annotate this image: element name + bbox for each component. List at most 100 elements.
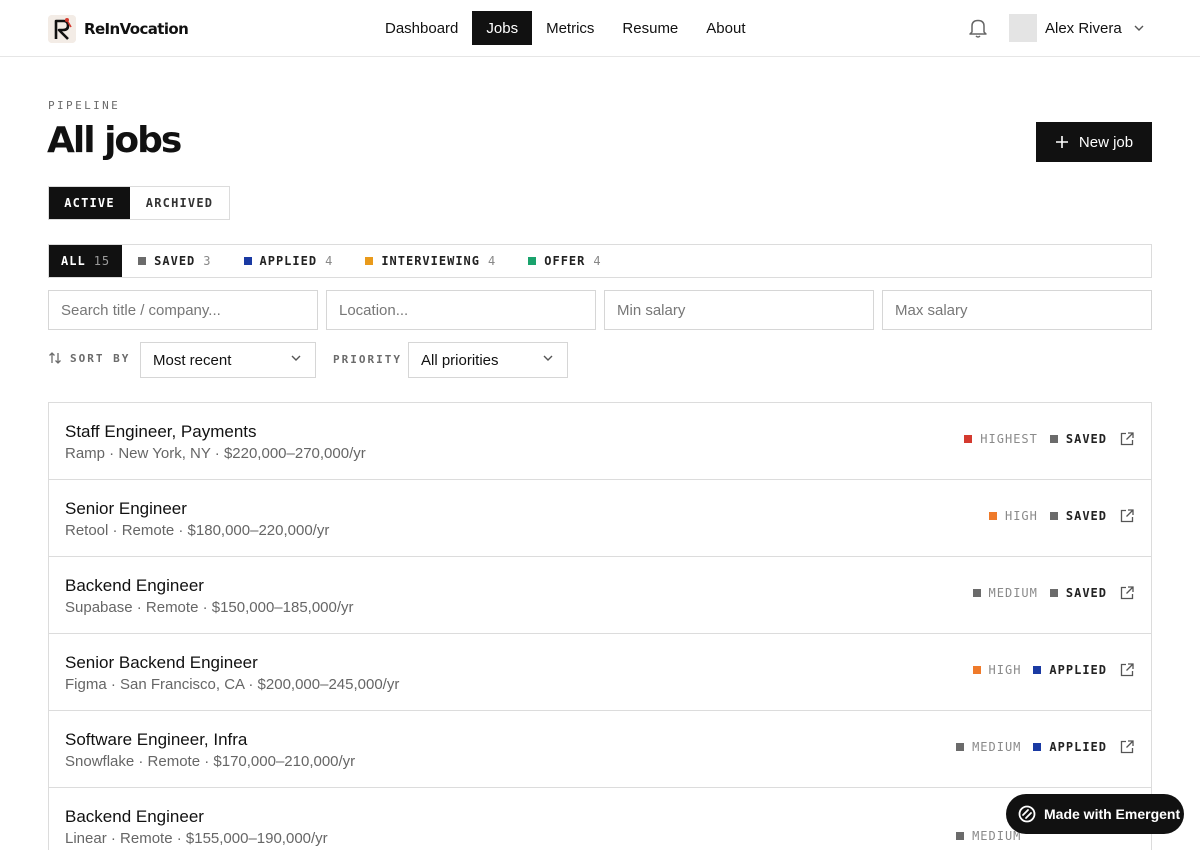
- min-salary-input[interactable]: [604, 290, 874, 330]
- status-filter-bar: ALL 15 SAVED 3 APPLIED 4 INTERVIEWING 4 …: [48, 244, 1152, 278]
- status-filter-applied[interactable]: APPLIED 4: [228, 245, 350, 277]
- job-row[interactable]: Staff Engineer, Payments Ramp · New York…: [49, 403, 1151, 480]
- status-filter-offer[interactable]: OFFER 4: [512, 245, 617, 277]
- job-title: Senior Engineer: [65, 499, 187, 518]
- external-link-icon[interactable]: [1119, 508, 1135, 524]
- priority-select[interactable]: All priorities: [408, 342, 568, 378]
- priority-text: MEDIUM: [972, 829, 1022, 843]
- job-row[interactable]: Senior Backend Engineer Figma · San Fran…: [49, 634, 1151, 711]
- status-color-swatch: [1049, 512, 1058, 520]
- view-toggle: ACTIVE ARCHIVED: [48, 186, 230, 220]
- priority-text: HIGHEST: [980, 432, 1038, 446]
- priority-color-swatch: [956, 832, 965, 840]
- status-filter-count: 4: [488, 254, 497, 268]
- priority-tag: HIGHEST: [964, 432, 1038, 446]
- status-filter-label: OFFER: [544, 254, 586, 268]
- external-link-icon[interactable]: [1119, 662, 1135, 678]
- priority-text: MEDIUM: [972, 740, 1022, 754]
- bell-icon[interactable]: [968, 17, 988, 39]
- status-filter-count: 4: [593, 254, 602, 268]
- plus-icon: [1055, 135, 1069, 149]
- priority-color-swatch: [964, 435, 973, 443]
- external-link-icon[interactable]: [1119, 431, 1135, 447]
- made-with-badge[interactable]: Made with Emergent: [1006, 794, 1184, 834]
- status-text: SAVED: [1065, 509, 1107, 523]
- job-title: Backend Engineer: [65, 576, 204, 595]
- priority-select-value: All priorities: [421, 351, 499, 369]
- status-text: APPLIED: [1049, 740, 1107, 754]
- sort-select[interactable]: Most recent: [140, 342, 316, 378]
- sort-label-text: SORT BY: [70, 351, 131, 365]
- status-filter-label: ALL: [61, 254, 86, 268]
- status-filter-count: 3: [203, 254, 212, 268]
- status-filter-saved[interactable]: SAVED 3: [122, 245, 227, 277]
- status-tag: SAVED: [1049, 509, 1107, 523]
- chevron-down-icon: [1132, 21, 1146, 35]
- job-title: Senior Backend Engineer: [65, 653, 258, 672]
- chevron-down-icon: [289, 351, 303, 369]
- external-link-icon[interactable]: [1119, 585, 1135, 601]
- external-link-icon[interactable]: [1119, 739, 1135, 755]
- job-meta: Retool · Remote · $180,000–220,000/yr: [65, 522, 330, 539]
- max-salary-input[interactable]: [882, 290, 1152, 330]
- priority-tag: MEDIUM: [956, 829, 1021, 843]
- priority-color-swatch: [972, 666, 981, 674]
- new-job-button[interactable]: New job: [1036, 122, 1152, 162]
- status-color-swatch: [243, 257, 252, 265]
- status-filter-interviewing[interactable]: INTERVIEWING 4: [349, 245, 512, 277]
- status-color-swatch: [1033, 743, 1042, 751]
- tab-archived[interactable]: ARCHIVED: [130, 187, 229, 219]
- priority-color-swatch: [972, 589, 981, 597]
- nav-metrics[interactable]: Metrics: [532, 11, 608, 45]
- job-row[interactable]: Software Engineer, Infra Snowflake · Rem…: [49, 711, 1151, 788]
- status-tag: SAVED: [1049, 586, 1107, 600]
- job-title: Software Engineer, Infra: [65, 730, 248, 749]
- nav-dashboard[interactable]: Dashboard: [371, 11, 472, 45]
- job-meta: Snowflake · Remote · $170,000–210,000/yr: [65, 753, 356, 770]
- logo-icon: [48, 15, 76, 43]
- job-title: Backend Engineer: [65, 807, 204, 826]
- job-meta: Ramp · New York, NY · $220,000–270,000/y…: [65, 445, 366, 462]
- priority-text: HIGH: [1004, 509, 1038, 523]
- priority-color-swatch: [988, 512, 997, 520]
- priority-tag: HIGH: [972, 663, 1022, 677]
- location-input[interactable]: [326, 290, 596, 330]
- job-title: Staff Engineer, Payments: [65, 422, 257, 441]
- avatar: [1009, 14, 1037, 42]
- search-input[interactable]: [48, 290, 318, 330]
- job-meta: Figma · San Francisco, CA · $200,000–245…: [65, 676, 400, 693]
- chevron-down-icon: [541, 351, 555, 369]
- job-row[interactable]: Backend Engineer Supabase · Remote · $15…: [49, 557, 1151, 634]
- sort-label: SORT BY: [48, 351, 130, 365]
- top-nav-bar: ReInVocation Dashboard Jobs Metrics Resu…: [0, 0, 1200, 57]
- nav-jobs[interactable]: Jobs: [472, 11, 533, 45]
- priority-color-swatch: [956, 743, 965, 751]
- nav-about[interactable]: About: [692, 11, 759, 45]
- sort-icon: [48, 351, 62, 365]
- job-tags: HIGH SAVED: [988, 508, 1135, 524]
- status-filter-label: INTERVIEWING: [381, 254, 481, 268]
- job-row[interactable]: Backend Engineer Linear · Remote · $155,…: [49, 788, 1151, 850]
- status-filter-label: SAVED: [154, 254, 196, 268]
- tab-active[interactable]: ACTIVE: [49, 187, 130, 219]
- priority-label: PRIORITY: [333, 353, 402, 366]
- status-filter-label: APPLIED: [259, 254, 318, 268]
- nav-resume[interactable]: Resume: [608, 11, 692, 45]
- job-meta: Linear · Remote · $155,000–190,000/yr: [65, 830, 328, 847]
- status-tag: APPLIED: [1033, 740, 1107, 754]
- user-menu[interactable]: Alex Rivera: [1009, 14, 1146, 42]
- status-text: SAVED: [1065, 432, 1107, 446]
- job-tags: HIGH APPLIED: [972, 662, 1135, 678]
- new-job-label: New job: [1078, 133, 1134, 151]
- status-color-swatch: [1049, 435, 1058, 443]
- status-filter-all[interactable]: ALL 15: [49, 245, 123, 277]
- status-color-swatch: [1049, 589, 1058, 597]
- app-name: ReInVocation: [84, 20, 189, 38]
- job-tags: MEDIUM SAVED: [972, 585, 1135, 601]
- status-text: APPLIED: [1049, 663, 1107, 677]
- status-filter-count: 15: [93, 254, 111, 268]
- app-logo[interactable]: ReInVocation: [48, 15, 189, 43]
- page-eyebrow: PIPELINE: [48, 99, 121, 112]
- user-name: Alex Rivera: [1045, 19, 1122, 37]
- job-row[interactable]: Senior Engineer Retool · Remote · $180,0…: [49, 480, 1151, 557]
